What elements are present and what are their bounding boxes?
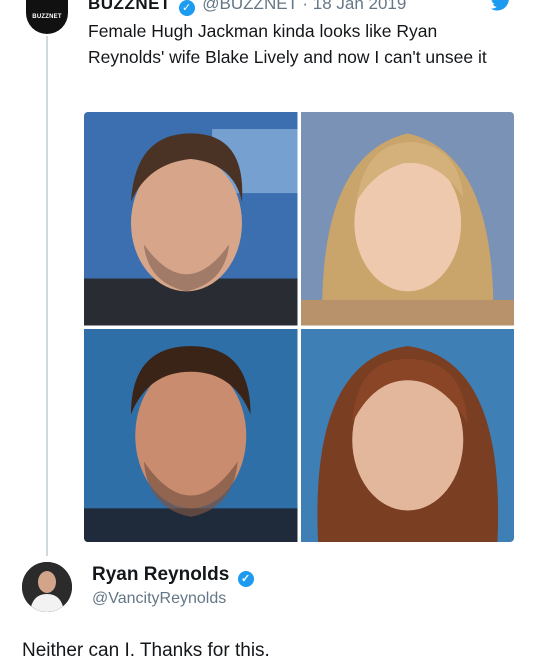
reply-avatar[interactable] [22,562,72,612]
photo-top-left[interactable] [84,112,298,326]
verified-badge-icon: ✓ [237,571,254,587]
reply-author-name[interactable]: Ryan Reynolds ✓ [92,564,257,587]
reply-body-text: Neither can I. Thanks for this. [22,640,270,661]
photo-top-right[interactable] [300,112,514,326]
thread-connector-line [46,36,48,556]
photo-bottom-left[interactable] [84,328,298,542]
author-handle[interactable]: @BUZZNET [202,0,297,13]
reply-name-text[interactable]: Ryan Reynolds [92,564,229,585]
twitter-bird-icon [490,0,509,11]
buzznet-avatar[interactable]: BUZZNET [26,0,68,34]
author-name[interactable]: BUZZNET [88,0,171,13]
photo-bottom-right[interactable] [300,328,514,542]
reply-author-handle[interactable]: @VancityReynolds [92,590,226,608]
avatar-text: BUZZNET [32,14,62,20]
tweet-header: BUZZNET ✓ @BUZZNET · 18 Jan 2019 [88,0,406,16]
photo-grid[interactable] [84,112,514,542]
tweet-body-text: Female Hugh Jackman kinda looks like Rya… [88,21,487,67]
tweet-date[interactable]: · 18 Jan 2019 [302,0,406,13]
verified-badge-icon: ✓ [178,0,195,16]
